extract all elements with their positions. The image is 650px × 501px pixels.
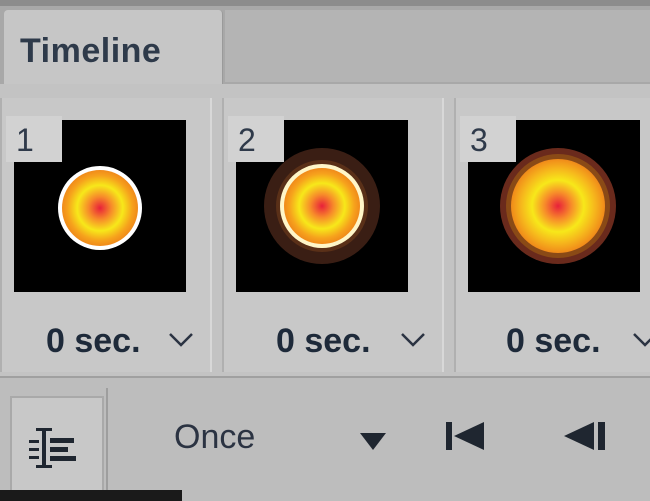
timeline-toolbar: Once	[0, 376, 650, 501]
chevron-down-icon[interactable]	[400, 330, 426, 350]
tab-bar-top-edge	[0, 0, 650, 6]
toolbar-divider	[106, 388, 108, 493]
timeline-panel: Timeline 1 0 sec. 2 0 sec. 3 0 sec. Once	[0, 0, 650, 501]
chevron-down-icon[interactable]	[168, 330, 194, 350]
frame-3[interactable]: 3 0 sec.	[454, 98, 650, 372]
tab-timeline-label: Timeline	[20, 32, 162, 70]
convert-to-video-timeline-button[interactable]	[10, 396, 104, 500]
tab-timeline[interactable]: Timeline	[4, 10, 223, 84]
frame-2-delay[interactable]: 0 sec.	[276, 322, 371, 361]
loop-options-select[interactable]: Once	[174, 418, 255, 457]
tab-bar-empty-area	[225, 10, 650, 82]
frame-3-delay[interactable]: 0 sec.	[506, 322, 601, 361]
convert-to-video-timeline-icon	[29, 428, 76, 468]
frame-2-number-badge: 2	[228, 116, 284, 162]
select-previous-frame-icon[interactable]	[562, 418, 612, 454]
frame-2[interactable]: 2 0 sec.	[222, 98, 444, 372]
panel-bottom-edge	[0, 490, 182, 501]
frame-3-number: 3	[470, 122, 488, 158]
frame-2-number: 2	[238, 122, 256, 158]
frame-3-number-badge: 3	[460, 116, 516, 162]
frames-strip[interactable]: 1 0 sec. 2 0 sec. 3 0 sec.	[0, 84, 650, 376]
frame-1[interactable]: 1 0 sec.	[0, 98, 212, 372]
frame-1-delay[interactable]: 0 sec.	[46, 322, 141, 361]
tab-bar: Timeline	[0, 0, 650, 84]
chevron-down-icon[interactable]	[632, 330, 650, 350]
frame-1-number-badge: 1	[6, 116, 62, 162]
select-first-frame-icon[interactable]	[444, 418, 490, 454]
frame-1-number: 1	[16, 122, 34, 158]
triangle-down-icon[interactable]	[358, 430, 388, 452]
